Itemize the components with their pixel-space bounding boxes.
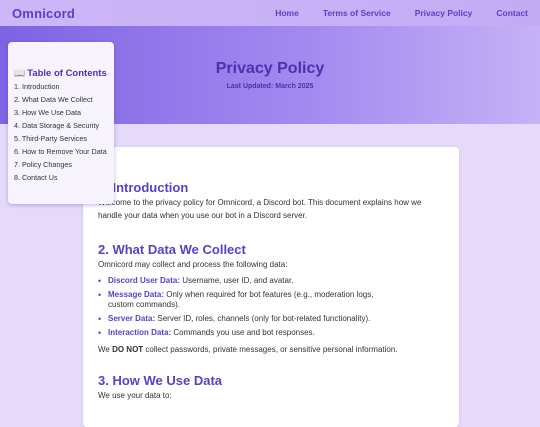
toc-item-contact[interactable]: 8. Contact Us — [14, 173, 108, 182]
list-item-text: Commands you use and bot responses. — [171, 328, 315, 337]
data-collect-list: Discord User Data: Username, user ID, an… — [98, 276, 394, 342]
list-item-label: Server Data: — [108, 314, 156, 323]
toc-item-policy-changes[interactable]: 7. Policy Changes — [14, 160, 108, 169]
policy-content-card: 1. Introduction Welcome to the privacy p… — [83, 147, 459, 427]
toc-item-storage-security[interactable]: 4. Data Storage & Security — [14, 121, 108, 130]
toc-title: 📖 Table of Contents — [14, 68, 108, 79]
list-item: Message Data: Only when required for bot… — [98, 290, 394, 310]
table-of-contents: 📖 Table of Contents 1. Introduction 2. Wh… — [8, 42, 114, 204]
toc-item-data-use[interactable]: 3. How We Use Data — [14, 108, 108, 117]
book-icon: 📖 — [14, 68, 26, 78]
nav-links: Home Terms of Service Privacy Policy Con… — [251, 8, 528, 18]
brand-logo[interactable]: Omnicord — [12, 6, 75, 21]
toc-title-text: Table of Contents — [27, 68, 107, 79]
nav-link-contact[interactable]: Contact — [496, 8, 528, 18]
list-item-label: Message Data: — [108, 290, 165, 299]
section-heading-data-collect: 2. What Data We Collect — [98, 242, 246, 257]
toc-item-third-party[interactable]: 5. Third-Party Services — [14, 134, 108, 143]
toc-item-data-collect[interactable]: 2. What Data We Collect — [14, 95, 108, 104]
note-suffix: collect passwords, private messages, or … — [143, 345, 398, 354]
list-item-text: Server ID, roles, channels (only for bot… — [155, 314, 371, 323]
list-item-label: Discord User Data: — [108, 276, 181, 285]
toc-item-remove-data[interactable]: 6. How to Remove Your Data — [14, 147, 108, 156]
introduction-text: Welcome to the privacy policy for Omnico… — [98, 198, 422, 220]
note-emphasis: DO NOT — [112, 345, 144, 354]
nav-link-terms[interactable]: Terms of Service — [323, 8, 391, 18]
note-prefix: We — [98, 345, 113, 354]
list-item-text: Username, user ID, and avatar. — [180, 276, 294, 285]
data-use-lead: We use your data to: — [98, 391, 172, 400]
list-item: Discord User Data: Username, user ID, an… — [98, 276, 394, 286]
section-heading-data-use: 3. How We Use Data — [98, 373, 223, 388]
list-item: Server Data: Server ID, roles, channels … — [98, 314, 394, 324]
list-item: Interaction Data: Commands you use and b… — [98, 328, 394, 338]
nav-link-privacy[interactable]: Privacy Policy — [415, 8, 473, 18]
toc-item-introduction[interactable]: 1. Introduction — [14, 82, 108, 91]
data-collect-note: We DO NOT collect passwords, private mes… — [98, 343, 444, 356]
list-item-label: Interaction Data: — [108, 328, 172, 337]
data-collect-lead: Omnicord may collect and process the fol… — [98, 260, 288, 269]
top-navbar: Omnicord Home Terms of Service Privacy P… — [0, 0, 540, 26]
nav-link-home[interactable]: Home — [275, 8, 299, 18]
